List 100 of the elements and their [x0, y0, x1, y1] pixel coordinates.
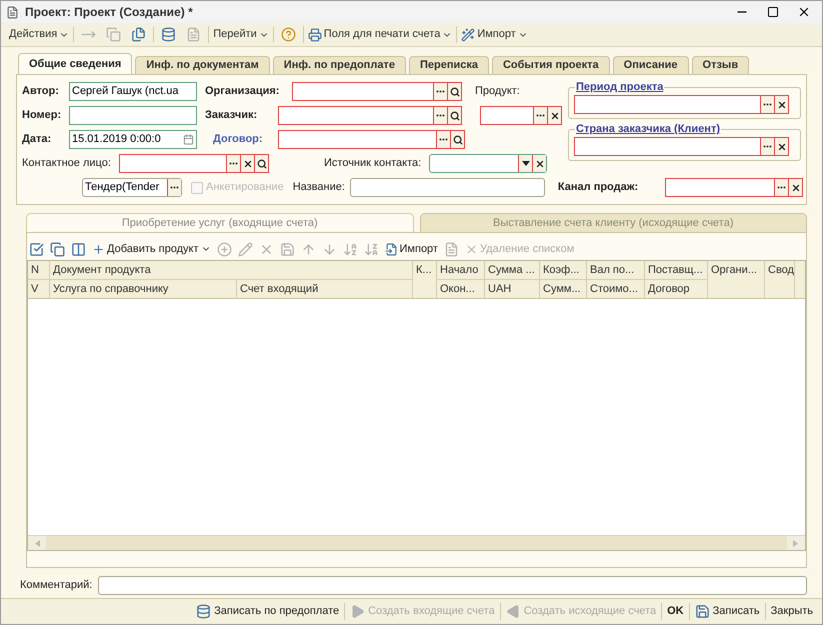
- column-header[interactable]: Органи...: [708, 261, 764, 280]
- toolbar-button[interactable]: [50, 242, 65, 256]
- clear-button[interactable]: [774, 138, 788, 155]
- column-header[interactable]: Свод: [765, 261, 794, 280]
- tab[interactable]: Описание: [612, 56, 689, 74]
- sort-ascending-icon: [342, 242, 358, 256]
- menu-button[interactable]: Поля для печати счета: [308, 26, 452, 43]
- dots-icon: [170, 186, 179, 189]
- dots-icon: [763, 145, 772, 148]
- clear-button[interactable]: [240, 155, 254, 172]
- column-header[interactable]: V: [28, 280, 49, 299]
- column-header[interactable]: UAH: [485, 280, 539, 299]
- search-button[interactable]: [450, 131, 464, 148]
- maximize-icon[interactable]: [767, 6, 779, 18]
- column-header[interactable]: Документ продукта: [50, 261, 412, 280]
- field-label: Организация:: [205, 84, 280, 100]
- input-field[interactable]: [292, 82, 462, 101]
- column-header[interactable]: Коэф...: [540, 261, 586, 280]
- input-field[interactable]: Тендер(Tender: [82, 178, 182, 197]
- field-link[interactable]: Договор:: [213, 131, 273, 148]
- help-icon: [280, 27, 296, 42]
- group-link[interactable]: Период проекта: [575, 80, 664, 94]
- input-field[interactable]: [278, 130, 465, 149]
- play-back-icon: [506, 604, 521, 619]
- dots-icon: [536, 114, 545, 117]
- input-field[interactable]: [480, 106, 562, 125]
- dots-icon: [436, 114, 445, 117]
- tab[interactable]: События проекта: [492, 56, 610, 74]
- input-field[interactable]: [350, 178, 545, 197]
- select-button[interactable]: [433, 107, 447, 124]
- copy-icon: [106, 27, 122, 42]
- close-icon: [534, 158, 544, 168]
- input-field[interactable]: [119, 154, 269, 173]
- check-list-icon: [29, 242, 44, 256]
- column-header[interactable]: Услуга по справочнику: [50, 280, 237, 299]
- close-icon: [464, 242, 478, 256]
- tab[interactable]: Инф. по документам: [135, 56, 270, 74]
- select-button[interactable]: [436, 131, 450, 148]
- input-field[interactable]: [574, 95, 789, 114]
- footer-button[interactable]: OK: [661, 603, 689, 620]
- search-button[interactable]: [447, 83, 461, 100]
- select-button[interactable]: [167, 179, 181, 196]
- comment-field[interactable]: [98, 576, 807, 595]
- sort-descending-icon: [364, 242, 379, 256]
- search-icon: [256, 158, 266, 168]
- footer-button[interactable]: Закрыть: [764, 603, 818, 620]
- input-field[interactable]: [278, 106, 462, 125]
- select-button[interactable]: [774, 179, 788, 196]
- field-label: Заказчик:: [205, 108, 258, 124]
- documents-icon: [131, 27, 146, 42]
- dropdown-button[interactable]: [518, 155, 532, 172]
- select-button[interactable]: [760, 138, 774, 155]
- column-header[interactable]: Стоимо...: [587, 280, 644, 299]
- select-button[interactable]: [760, 96, 774, 113]
- select-button[interactable]: [226, 155, 240, 172]
- column-header[interactable]: Сумм...: [540, 280, 586, 299]
- column-header[interactable]: К...: [413, 261, 436, 280]
- toolbar-button[interactable]: Импорт: [384, 240, 438, 258]
- column-header[interactable]: Счет входящий: [237, 280, 412, 299]
- clear-button[interactable]: [547, 107, 561, 124]
- tab[interactable]: Инф. по предоплате: [272, 56, 406, 74]
- input-field[interactable]: 15.01.2019 0:00:0: [69, 130, 197, 149]
- toolbar-button[interactable]: [71, 242, 86, 256]
- columns-icon: [71, 242, 86, 256]
- tab[interactable]: Общие сведения: [18, 53, 132, 74]
- clear-button[interactable]: [774, 96, 788, 113]
- search-button[interactable]: [254, 155, 268, 172]
- pencil-icon: [238, 242, 253, 256]
- clear-button[interactable]: [788, 179, 802, 196]
- column-header[interactable]: N: [28, 261, 49, 280]
- input-field[interactable]: [429, 154, 547, 173]
- tab[interactable]: Отзыв: [692, 56, 750, 74]
- footer-button[interactable]: Записать: [688, 603, 765, 620]
- column-header[interactable]: Сумма ...: [485, 261, 539, 280]
- toolbar-button[interactable]: Добавить продукт: [92, 240, 211, 258]
- group-link[interactable]: Страна заказчика (Клиент): [575, 122, 721, 136]
- menu-button[interactable]: Перейти: [213, 26, 269, 43]
- document-icon: [6, 6, 19, 18]
- toolbar-button[interactable]: [29, 242, 44, 256]
- input-field[interactable]: [69, 106, 197, 125]
- column-header[interactable]: Поставщ...: [645, 261, 707, 280]
- field-label: Комментарий:: [20, 578, 92, 594]
- tab[interactable]: Переписка: [408, 56, 489, 74]
- menu-button[interactable]: Действия: [9, 26, 70, 43]
- select-button[interactable]: [533, 107, 547, 124]
- column-header[interactable]: Окон...: [437, 280, 484, 299]
- select-button[interactable]: [433, 83, 447, 100]
- clear-button[interactable]: [532, 155, 546, 172]
- close-icon[interactable]: [797, 5, 811, 19]
- input-field[interactable]: [574, 137, 789, 156]
- footer-button[interactable]: Записать по предоплате: [191, 603, 344, 620]
- field-label: Дата:: [22, 132, 52, 148]
- input-field[interactable]: Сергей Гашук (nct.ua: [69, 82, 197, 101]
- search-button[interactable]: [447, 107, 461, 124]
- input-field[interactable]: [665, 178, 804, 197]
- column-header[interactable]: Договор: [645, 280, 707, 299]
- document-icon: [186, 27, 202, 42]
- column-header[interactable]: Начало: [437, 261, 484, 280]
- menu-button[interactable]: Импорт: [461, 26, 528, 43]
- column-header[interactable]: Вал по...: [587, 261, 644, 280]
